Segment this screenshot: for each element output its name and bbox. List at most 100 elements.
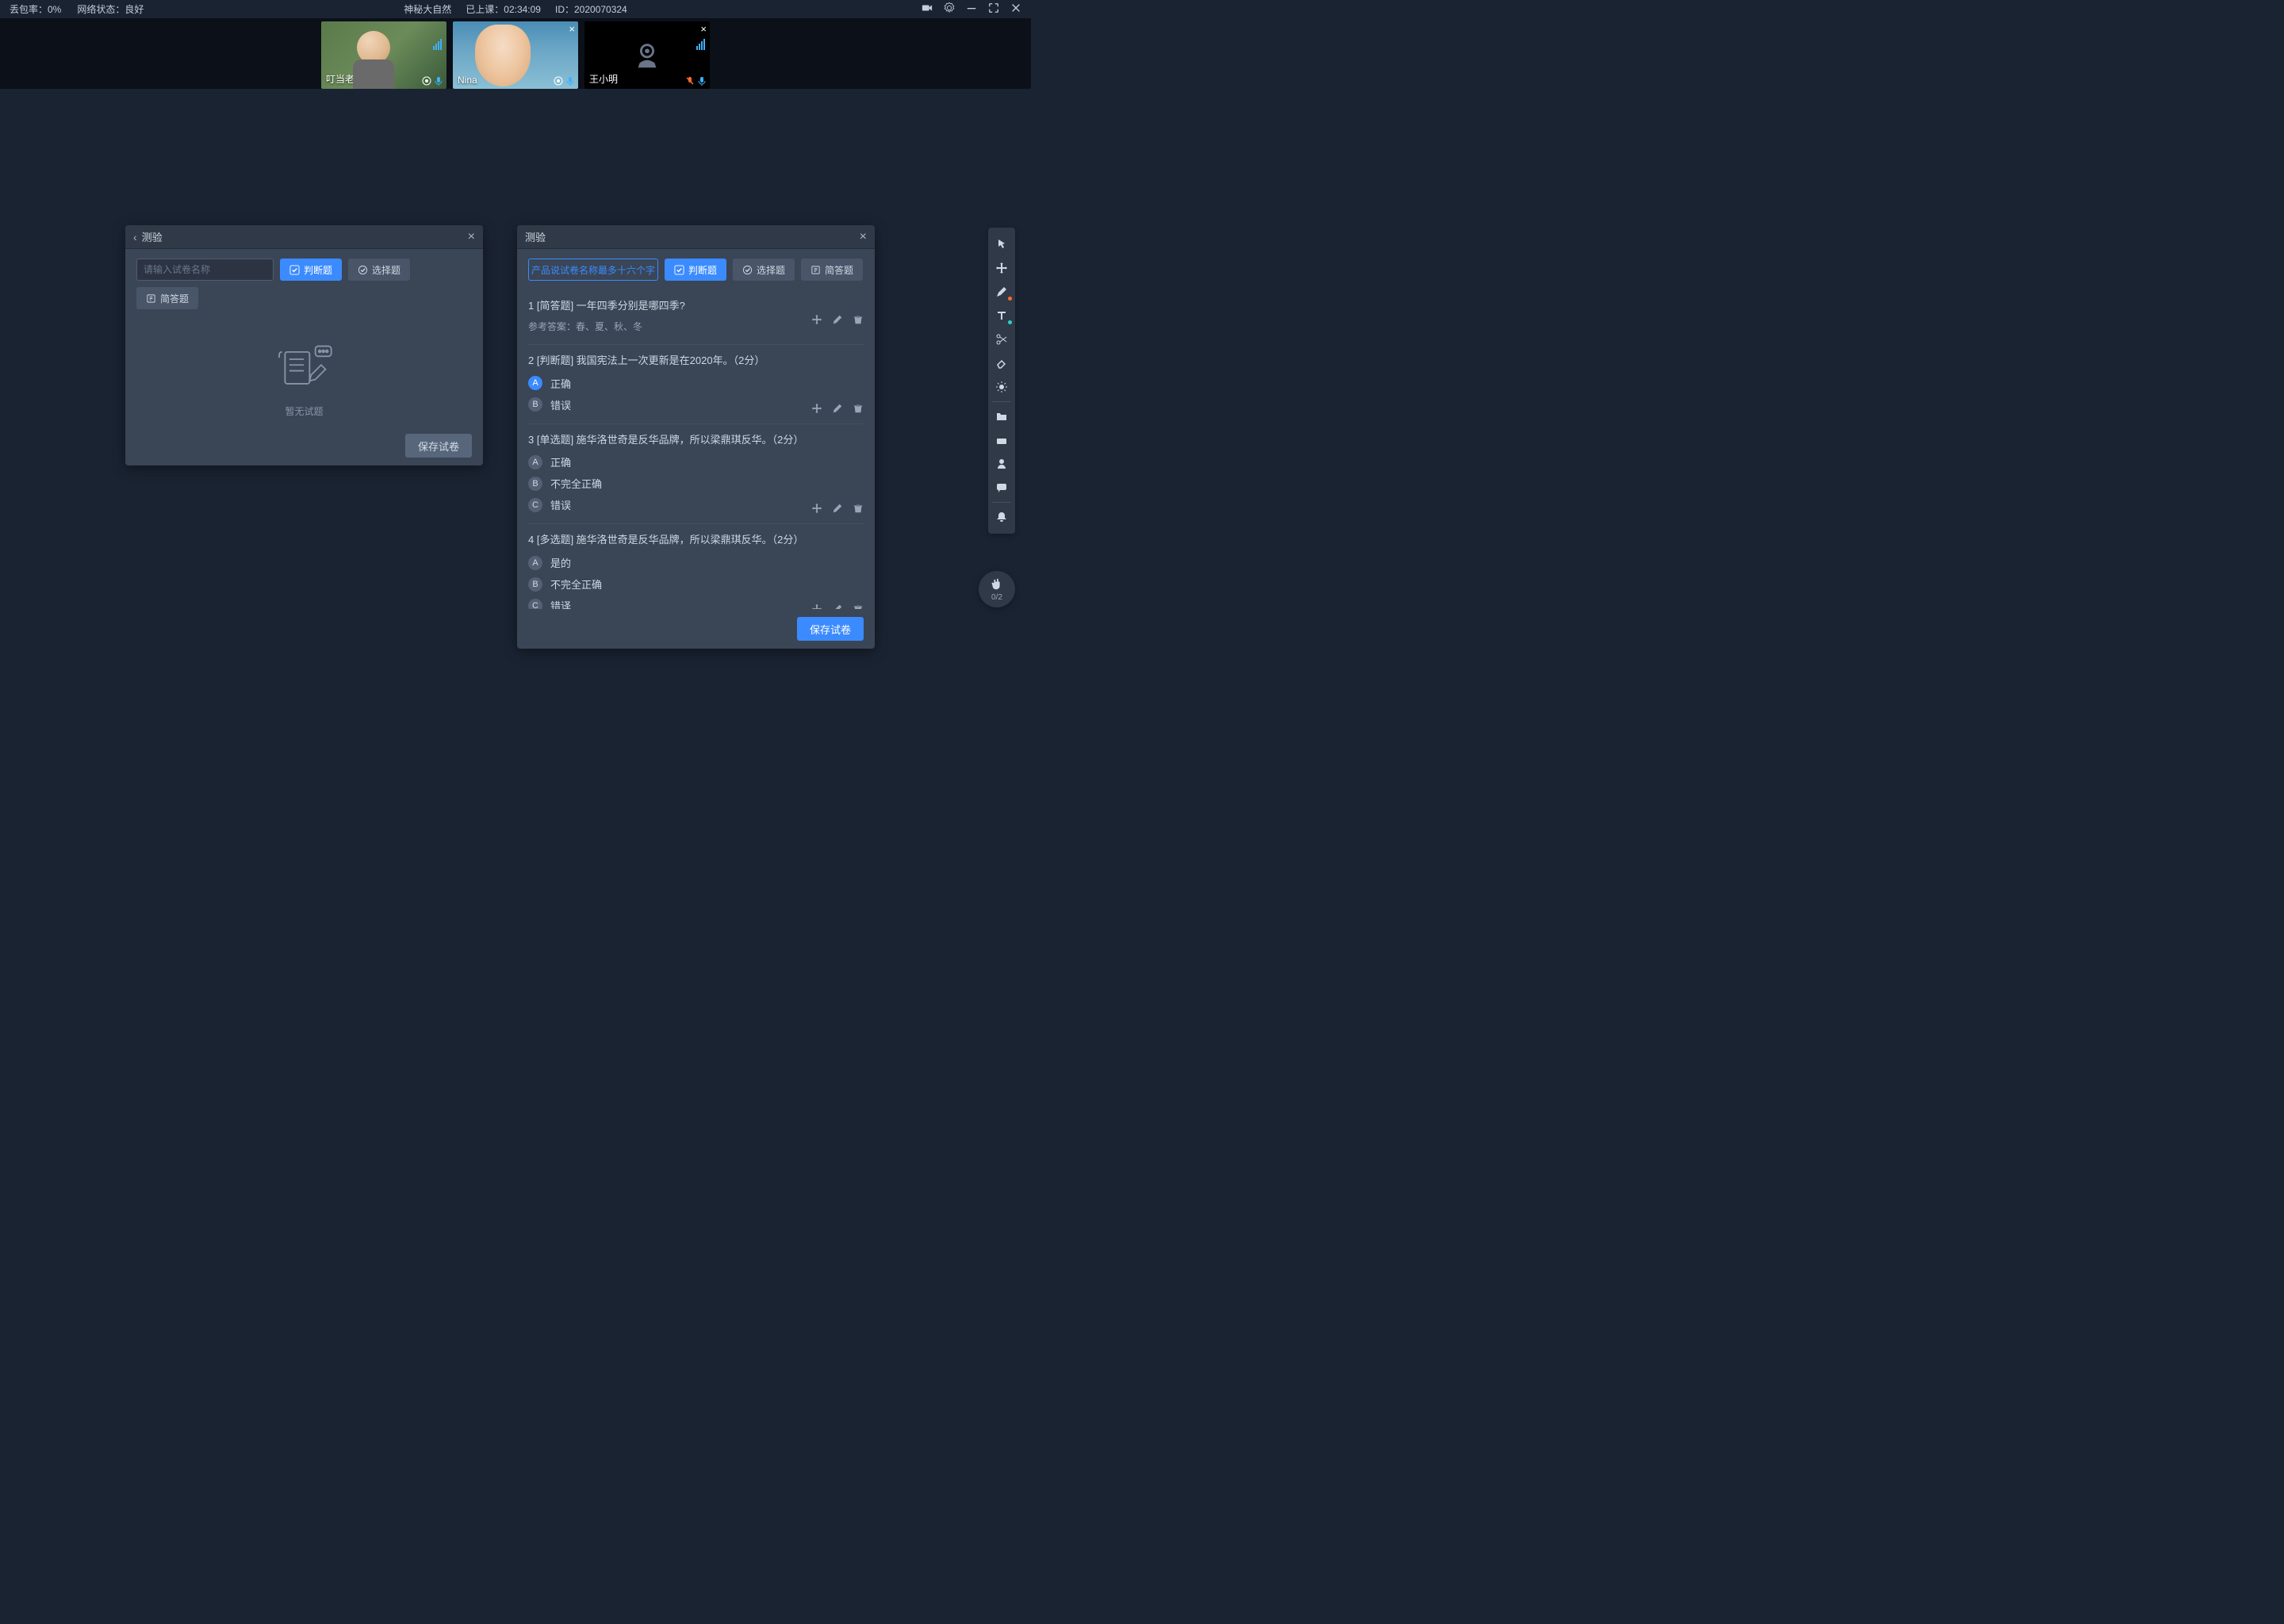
bell-tool[interactable] (988, 505, 1015, 529)
hand-count: 0/2 (991, 593, 1002, 602)
edit-icon[interactable] (832, 503, 843, 514)
class-name-label: 神秘大自然 (404, 2, 451, 16)
option-text: 正确 (550, 454, 571, 469)
empty-text: 暂无试题 (285, 404, 323, 418)
status-bar: 丢包率：0% 网络状态：良好 神秘大自然 已上课：02:34:09 ID：202… (0, 0, 1031, 18)
mic-muted-icon (685, 76, 695, 86)
question-actions (811, 603, 864, 609)
volume-bars-icon (696, 36, 705, 50)
question-actions (811, 403, 864, 414)
question-text: 1 [简答题] 一年四季分别是哪四季? (528, 298, 864, 315)
judge-btn[interactable]: 判断题 (665, 259, 726, 281)
quiz-name-badge[interactable]: 产品说试卷名称最多十六个字 (528, 259, 658, 281)
move-icon[interactable] (811, 503, 822, 514)
btn-label: 判断题 (304, 263, 332, 277)
light-tool[interactable] (988, 375, 1015, 399)
question-item: 1 [简答题] 一年四季分别是哪四季?参考答案：春、夏、秋、冬 (528, 290, 864, 345)
choice-btn[interactable]: 选择题 (348, 259, 410, 281)
tile-name: Nina (458, 75, 477, 86)
shortanswer-btn[interactable]: 简答题 (136, 287, 198, 309)
network-status-label: 网络状态：良好 (77, 2, 144, 16)
option-letter: B (528, 477, 542, 491)
network-icon (554, 76, 563, 86)
text-tool[interactable] (988, 304, 1015, 327)
option-letter: A (528, 376, 542, 390)
panel-title: 测验 (142, 229, 163, 244)
eraser-tool[interactable] (988, 351, 1015, 375)
close-icon[interactable]: × (860, 230, 867, 244)
move-icon[interactable] (811, 314, 822, 325)
option-row[interactable]: A 正确 (528, 376, 864, 391)
question-text: 4 [多选题] 施华洛世奇是反华品牌，所以梁鼎琪反华。（2分） (528, 532, 864, 549)
choice-btn[interactable]: 选择题 (733, 259, 795, 281)
user-tool[interactable] (988, 452, 1015, 476)
option-text: 不完全正确 (550, 476, 602, 491)
edit-icon[interactable] (832, 403, 843, 414)
option-row[interactable]: A 正确 (528, 454, 864, 469)
panel-header: 测验 × (517, 225, 875, 249)
quiz-name-input[interactable] (136, 259, 274, 281)
btn-label: 选择题 (757, 263, 785, 277)
option-row[interactable]: B 不完全正确 (528, 476, 864, 491)
btn-label: 简答题 (825, 263, 853, 277)
edit-icon[interactable] (832, 314, 843, 325)
mic-icon (697, 76, 707, 86)
shortanswer-btn[interactable]: 简答题 (801, 259, 863, 281)
delete-icon[interactable] (853, 603, 864, 609)
close-window-icon[interactable] (1010, 2, 1021, 16)
settings-icon[interactable] (944, 2, 955, 16)
tile-close-icon[interactable]: × (700, 23, 707, 35)
chat-tool[interactable] (988, 476, 1015, 500)
option-text: 是的 (550, 555, 571, 570)
save-quiz-button[interactable]: 保存试卷 (797, 617, 864, 641)
minimize-icon[interactable] (966, 2, 977, 16)
option-row[interactable]: B 不完全正确 (528, 576, 864, 592)
btn-label: 判断题 (688, 263, 717, 277)
close-icon[interactable]: × (468, 230, 475, 244)
folder-tool[interactable] (988, 404, 1015, 428)
judge-btn[interactable]: 判断题 (280, 259, 342, 281)
option-letter: A (528, 556, 542, 570)
network-icon (422, 76, 431, 86)
option-row[interactable]: A 是的 (528, 555, 864, 570)
record-icon[interactable] (922, 2, 933, 16)
video-tile-camera-off[interactable]: × 王小明 (584, 21, 710, 89)
toolbox-tool[interactable] (988, 428, 1015, 452)
question-item: 2 [判断题] 我国宪法上一次更新是在2020年。（2分） A 正确 B 错误 (528, 345, 864, 424)
option-text: 正确 (550, 376, 571, 391)
move-tool[interactable] (988, 256, 1015, 280)
mic-icon (434, 76, 443, 86)
edit-icon[interactable] (832, 603, 843, 609)
delete-icon[interactable] (853, 314, 864, 325)
option-letter: C (528, 498, 542, 512)
video-strip: 叮当老师 × Nina × 王小明 (0, 18, 1031, 89)
btn-label: 选择题 (372, 263, 400, 277)
save-quiz-button[interactable]: 保存试卷 (405, 434, 472, 458)
option-text: 错误 (550, 497, 571, 512)
maximize-icon[interactable] (988, 2, 999, 16)
tile-close-icon[interactable]: × (569, 23, 575, 35)
empty-state: 暂无试题 (136, 319, 472, 426)
question-item: 3 [单选题] 施华洛世奇是反华品牌，所以梁鼎琪反华。（2分） A 正确 B 不… (528, 424, 864, 525)
quiz-panel-empty: ‹ 测验 × 判断题 选择题 简答题 (125, 225, 483, 465)
tile-name: 叮当老师 (326, 72, 364, 86)
panel-title: 测验 (525, 229, 546, 244)
raise-hand-badge[interactable]: 0/2 (979, 571, 1015, 607)
tool-rail (988, 228, 1015, 534)
move-icon[interactable] (811, 603, 822, 609)
scissors-tool[interactable] (988, 327, 1015, 351)
pointer-tool[interactable] (988, 232, 1015, 256)
video-tile-teacher[interactable]: 叮当老师 (321, 21, 446, 89)
session-id-label: ID：2020070324 (555, 2, 627, 16)
question-text: 2 [判断题] 我国宪法上一次更新是在2020年。（2分） (528, 353, 864, 370)
tile-name: 王小明 (589, 72, 618, 86)
pen-tool[interactable] (988, 280, 1015, 304)
video-tile-student[interactable]: × Nina (453, 21, 578, 89)
delete-icon[interactable] (853, 403, 864, 414)
option-letter: C (528, 599, 542, 609)
back-icon[interactable]: ‹ (133, 231, 137, 243)
move-icon[interactable] (811, 403, 822, 414)
question-item: 4 [多选题] 施华洛世奇是反华品牌，所以梁鼎琪反华。（2分） A 是的 B 不… (528, 524, 864, 609)
delete-icon[interactable] (853, 503, 864, 514)
question-text: 3 [单选题] 施华洛世奇是反华品牌，所以梁鼎琪反华。（2分） (528, 432, 864, 449)
